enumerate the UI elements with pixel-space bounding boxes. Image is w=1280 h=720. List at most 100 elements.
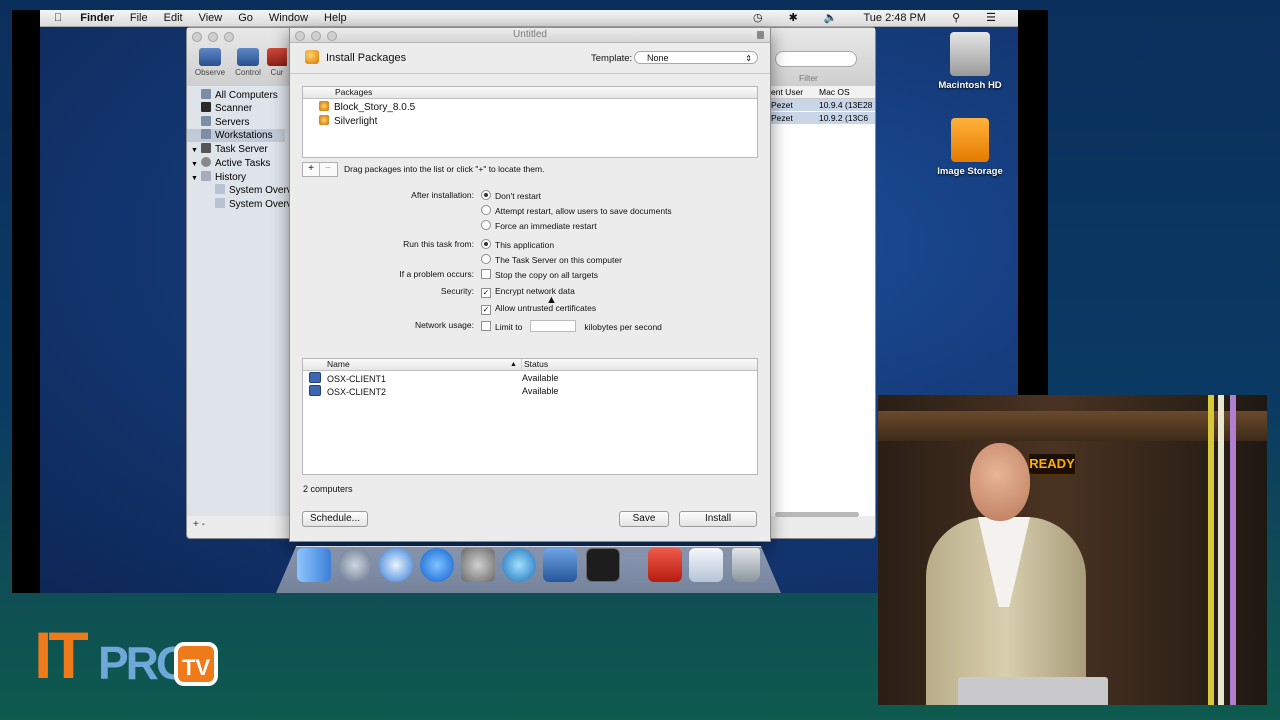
apple-icon[interactable]:  (54, 12, 62, 24)
radio-task-server[interactable]: The Task Server on this computer (481, 254, 622, 265)
documents-icon[interactable] (689, 548, 723, 582)
template-value: None (647, 53, 669, 63)
radio-icon (481, 190, 491, 200)
report-icon (215, 184, 225, 194)
radio-icon (481, 220, 491, 230)
limit-input[interactable] (530, 320, 577, 332)
targets-table[interactable]: Name ▲ Status OSX-CLIENT1 Available OSX-C… (302, 358, 758, 475)
add-remove-control: + − (302, 162, 338, 177)
list-icon[interactable]: ☰ (986, 11, 996, 24)
lock-icon[interactable] (757, 31, 764, 39)
menu-view[interactable]: View (199, 12, 223, 24)
radio-dont-restart[interactable]: Don't restart (481, 190, 541, 201)
network-globe-icon[interactable] (502, 548, 536, 582)
template-select[interactable]: None ⇕ (634, 51, 758, 64)
list-item[interactable]: Block_Story_8.0.5 (319, 101, 415, 114)
time-machine-icon[interactable]: ◷ (753, 11, 763, 24)
sidebar-label: History (214, 172, 247, 183)
install-button[interactable]: Install (679, 511, 757, 527)
trash-icon[interactable] (732, 548, 760, 582)
sidebar-label: Workstations (215, 130, 273, 141)
menu-clock[interactable]: Tue 2:48 PM (863, 12, 926, 24)
checkbox-stop-copy[interactable]: Stop the copy on all targets (481, 269, 598, 280)
sidebar-item-workstations[interactable]: Workstations (187, 129, 285, 142)
desktop-icon-image-storage[interactable]: Image Storage (925, 118, 1015, 177)
app-store-icon[interactable] (420, 548, 454, 582)
schedule-button[interactable]: Schedule... (302, 511, 368, 527)
sidebar-item-servers[interactable]: Servers (201, 116, 249, 129)
menu-help[interactable]: Help (324, 12, 347, 24)
minimize-icon[interactable] (208, 32, 218, 42)
filter-label: Filter (799, 73, 818, 83)
disclosure-triangle-icon[interactable]: ▼ (191, 175, 198, 182)
radio-force-restart[interactable]: Force an immediate restart (481, 220, 597, 231)
sidebar-item-history[interactable]: ▼ History (191, 171, 246, 184)
system-preferences-icon[interactable] (461, 548, 495, 582)
package-installer-icon[interactable] (648, 548, 682, 582)
sidebar-item-task-server[interactable]: ▼ Task Server (191, 143, 268, 156)
cell-status: Available (522, 386, 559, 396)
packages-header[interactable]: Packages (303, 87, 757, 99)
table-row[interactable]: OSX-CLIENT1 Available (309, 372, 749, 385)
disclosure-triangle-icon[interactable]: ▼ (191, 161, 198, 168)
cell-user: Pezet (771, 113, 793, 123)
computer-list: ent User Mac OS Versic Pezet 10.9.4 (13E… (771, 86, 875, 517)
option-label: Attempt restart, allow users to save doc… (495, 206, 672, 216)
horizontal-scrollbar[interactable] (775, 512, 859, 517)
packages-table[interactable]: Packages Block_Story_8.0.5 Silverlight (302, 86, 758, 158)
sidebar-label: Task Server (214, 144, 268, 155)
presenter-head (970, 443, 1030, 521)
package-name: Silverlight (334, 116, 378, 127)
disclosure-triangle-icon[interactable]: ▼ (191, 147, 198, 154)
save-button[interactable]: Save (619, 511, 669, 527)
desktop-icon-macintosh-hd[interactable]: Macintosh HD (925, 32, 1015, 91)
terminal-icon[interactable] (586, 548, 620, 582)
sidebar-item-system-overview-1[interactable]: System Overv (215, 184, 292, 197)
add-package-button[interactable]: + (303, 163, 320, 176)
close-icon[interactable] (295, 31, 305, 41)
safari-icon[interactable] (379, 548, 413, 582)
menu-app-name[interactable]: Finder (80, 12, 114, 24)
menu-go[interactable]: Go (238, 12, 253, 24)
column-status[interactable]: Status (521, 359, 548, 370)
bluetooth-icon[interactable]: ✱ (789, 11, 798, 24)
zoom-icon[interactable] (327, 31, 337, 41)
finder-icon[interactable] (297, 548, 331, 582)
sidebar-item-active-tasks[interactable]: ▼ Active Tasks (191, 157, 270, 170)
table-row[interactable]: OSX-CLIENT2 Available (309, 385, 749, 398)
table-row[interactable]: Pezet 10.9.2 (13C6 (771, 112, 875, 124)
curtain-button[interactable]: Cur (267, 48, 287, 77)
table-row[interactable]: Pezet 10.9.4 (13E28 (771, 99, 875, 111)
close-icon[interactable] (192, 32, 202, 42)
spotlight-icon[interactable]: ⚲ (952, 11, 960, 24)
observe-button[interactable]: Observe (193, 48, 227, 77)
volume-icon[interactable]: 🔈 (824, 11, 838, 24)
sidebar-item-system-overview-2[interactable]: System Overv (215, 198, 292, 211)
launchpad-icon[interactable] (338, 548, 372, 582)
checkbox-encrypt[interactable]: ✓ Encrypt network data (481, 286, 575, 298)
column-name[interactable]: Name (327, 359, 350, 370)
sidebar-item-scanner[interactable]: Scanner (201, 102, 252, 115)
column-current-user[interactable]: ent User (771, 87, 803, 97)
checkbox-limit[interactable]: Limit to kilobytes per second (481, 320, 662, 332)
menu-window[interactable]: Window (269, 12, 308, 24)
search-field[interactable] (775, 51, 857, 67)
list-item[interactable]: Silverlight (319, 115, 377, 128)
add-remove-bar[interactable]: + - (187, 516, 289, 536)
run-from-label: Run this task from: (403, 239, 474, 249)
sidebar-item-all-computers[interactable]: All Computers (201, 89, 278, 102)
cell-os: 10.9.4 (13E28 (819, 100, 873, 110)
targets-header: Name ▲ Status (303, 359, 757, 371)
radio-attempt-restart[interactable]: Attempt restart, allow users to save doc… (481, 205, 672, 216)
zoom-icon[interactable] (224, 32, 234, 42)
option-label: Stop the copy on all targets (495, 270, 599, 280)
control-button[interactable]: Control (231, 48, 265, 77)
remote-desktop-icon[interactable] (543, 548, 577, 582)
checkbox-untrusted-certs[interactable]: ✓ Allow untrusted certificates (481, 303, 596, 315)
radio-this-application[interactable]: This application (481, 239, 554, 250)
remove-package-button[interactable]: − (320, 163, 336, 176)
menu-edit[interactable]: Edit (164, 12, 183, 24)
mouse-cursor-icon: ▲ (546, 294, 557, 306)
minimize-icon[interactable] (311, 31, 321, 41)
menu-file[interactable]: File (130, 12, 148, 24)
